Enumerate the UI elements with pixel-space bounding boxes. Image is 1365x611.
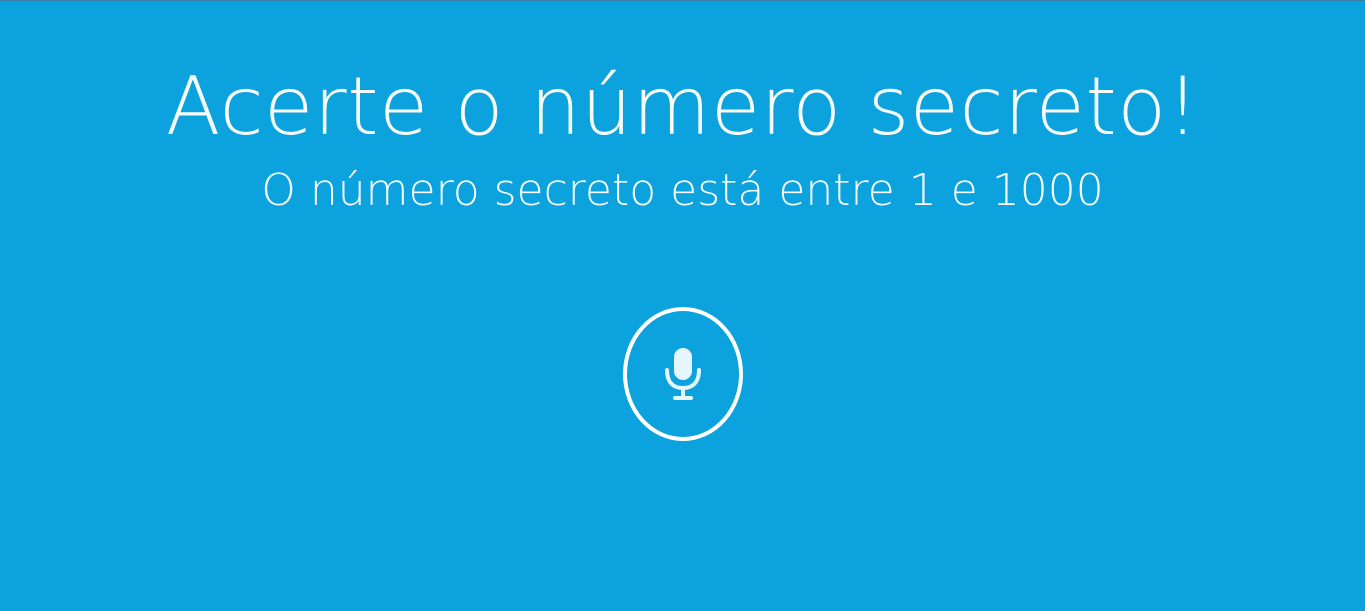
game-page: Acerte o número secreto! O número secret… bbox=[0, 1, 1365, 611]
page-title: Acerte o número secreto! bbox=[165, 60, 1200, 153]
microphone-button[interactable] bbox=[623, 307, 743, 441]
microphone-icon bbox=[665, 348, 701, 400]
range-hint: O número secreto está entre 1 e 1000 bbox=[261, 165, 1104, 216]
